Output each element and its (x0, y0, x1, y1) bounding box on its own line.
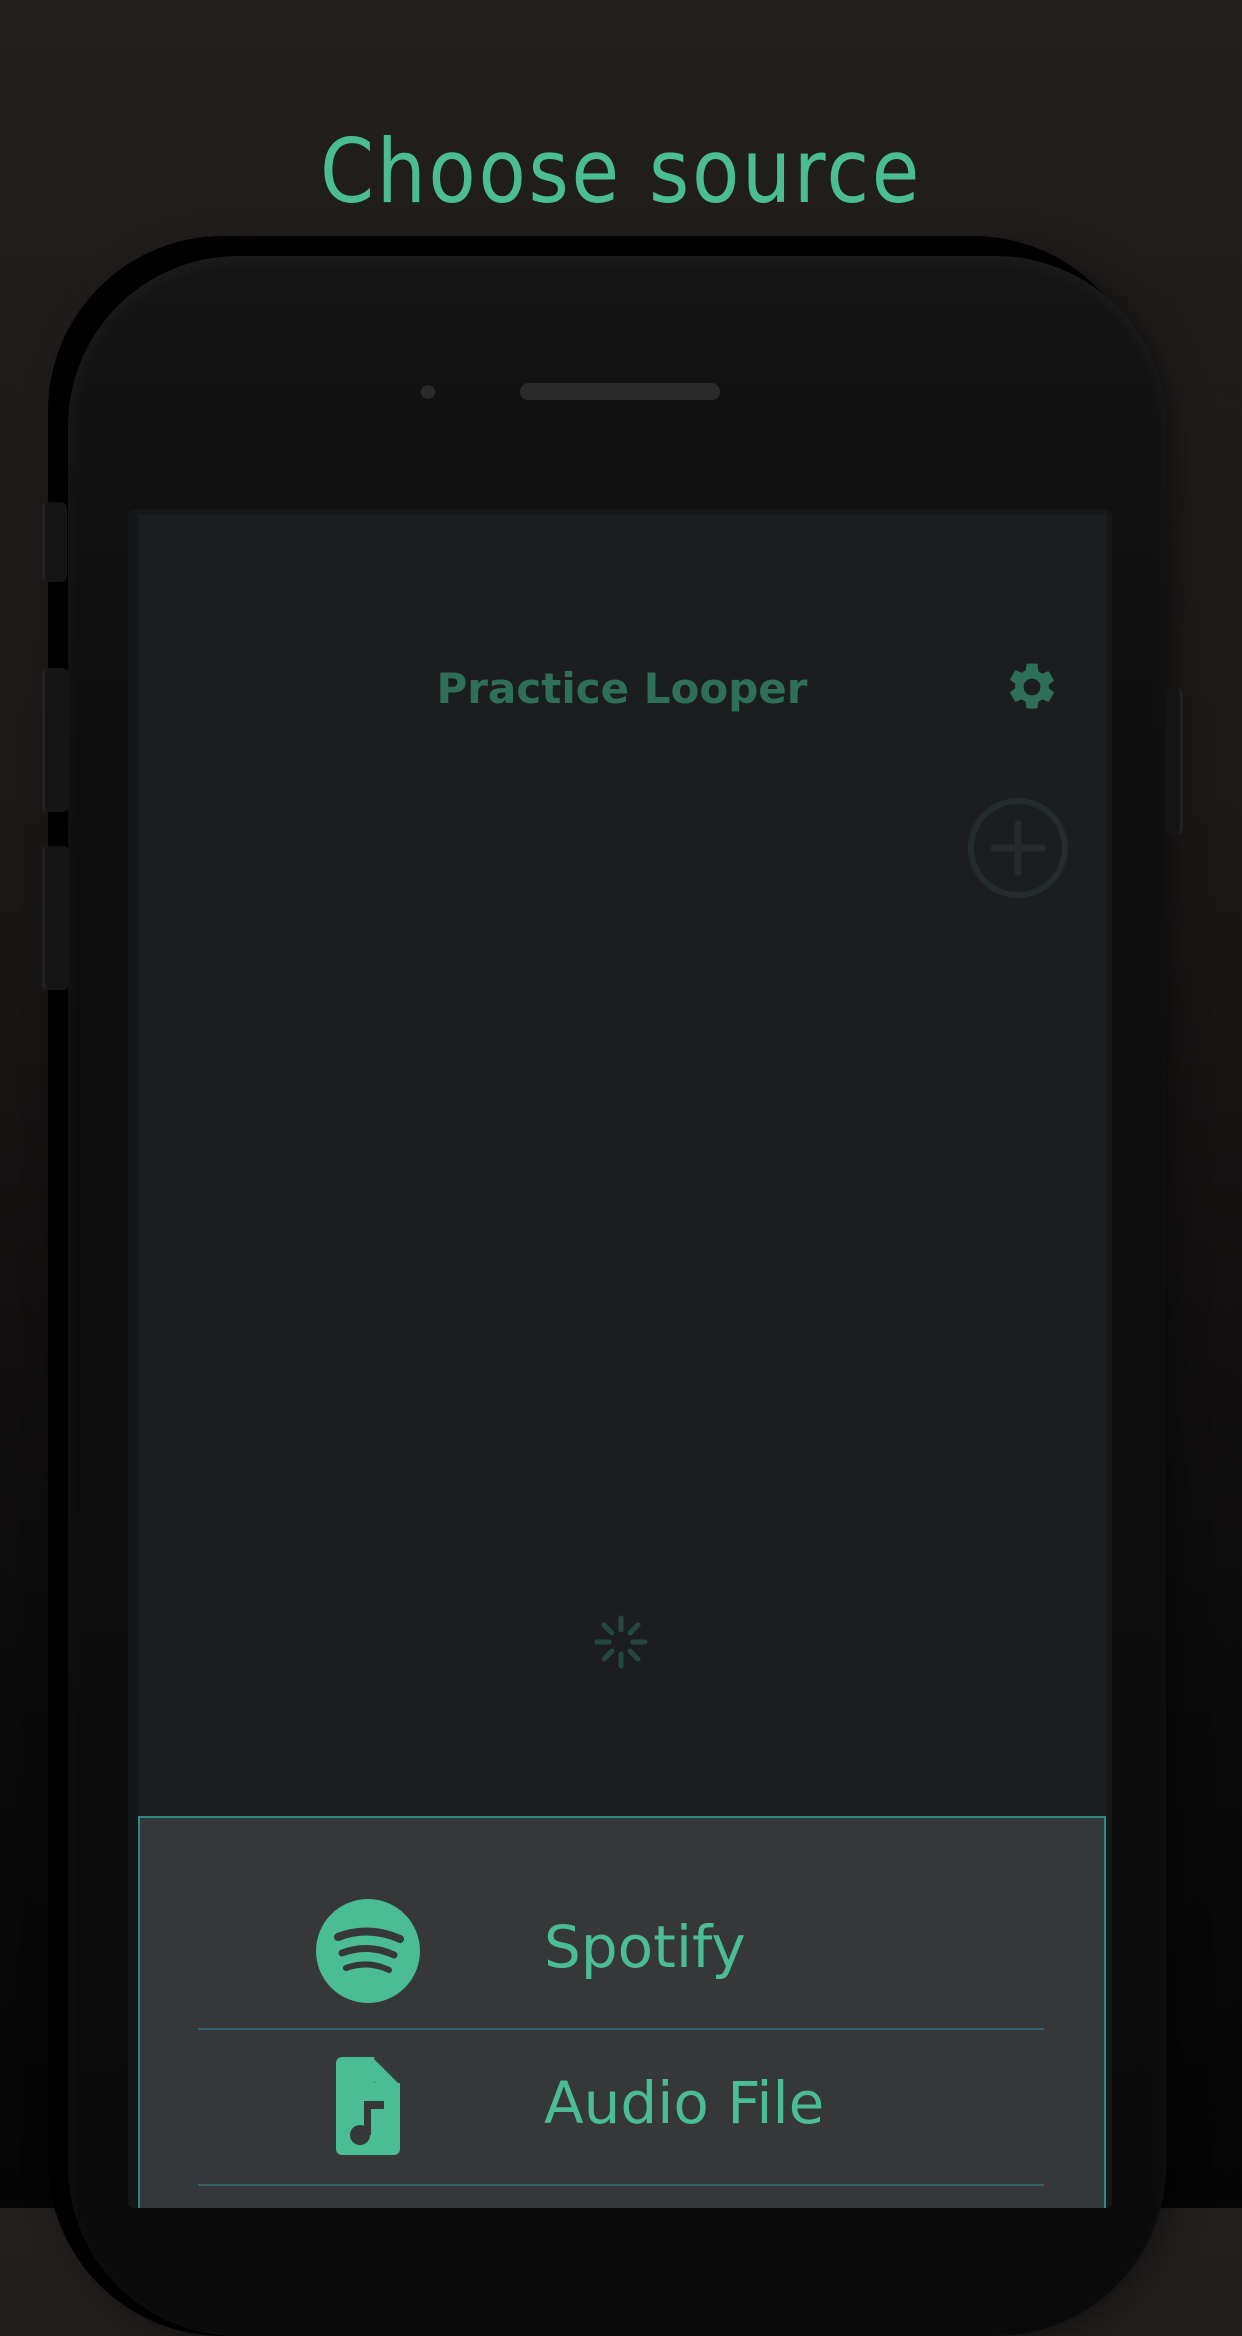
source-sheet: Spotify Audio File (138, 1816, 1106, 2208)
volume-down-button (42, 846, 69, 990)
spinner-icon (594, 1615, 648, 1669)
spotify-icon (316, 1899, 420, 2003)
source-option-audio-file[interactable]: Audio File (198, 2030, 1044, 2186)
volume-up-button (42, 668, 69, 812)
app-screen: Practice Looper Spotify Audio File (138, 514, 1106, 2208)
front-camera (421, 385, 435, 399)
gear-icon[interactable] (1004, 659, 1060, 715)
source-option-label: Audio File (544, 2069, 825, 2137)
source-option-label: Spotify (544, 1913, 746, 1981)
source-option-spotify[interactable]: Spotify (198, 1874, 1044, 2030)
app-title: Practice Looper (436, 664, 808, 713)
power-button (1166, 688, 1183, 834)
earpiece-speaker (520, 383, 720, 400)
audio-file-icon (336, 2057, 400, 2155)
mute-switch (42, 502, 67, 582)
add-circle-icon[interactable] (966, 796, 1070, 900)
headline: Choose source (319, 120, 923, 223)
